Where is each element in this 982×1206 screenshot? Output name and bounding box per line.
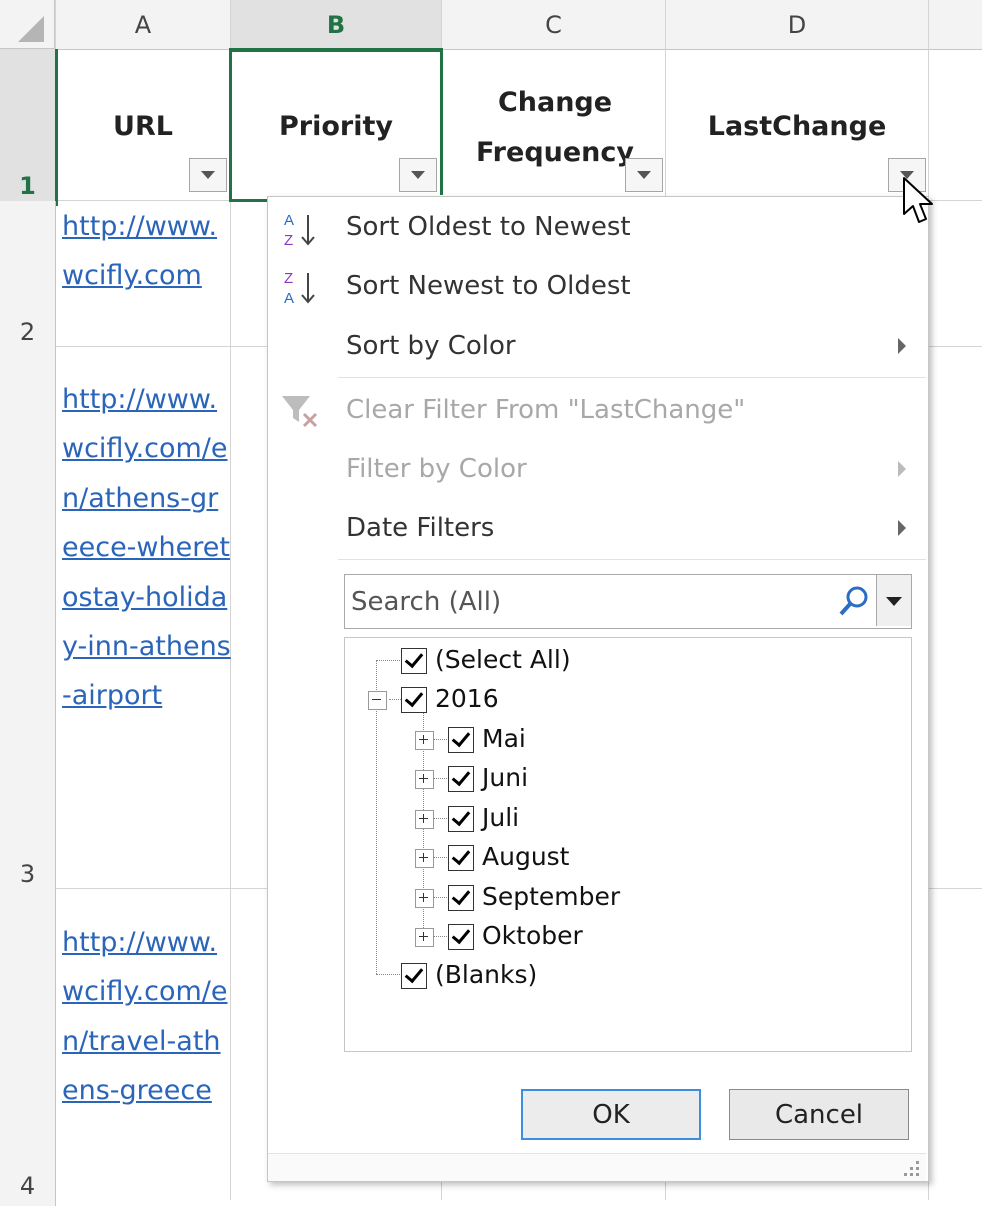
checkbox-select-all[interactable] [401,648,427,674]
tree-connector [433,739,447,740]
row-header-1[interactable]: 1 [0,49,58,206]
expand-icon[interactable] [415,889,434,908]
autofilter-menu: A Z Sort Oldest to Newest Z A Sort Newes… [267,196,929,1182]
menu-filter-by-color: Filter by Color [346,454,527,484]
menu-clear-filter: Clear Filter From "LastChange" [346,395,746,425]
row-number: 4 [19,1172,36,1200]
tree-connector [433,818,447,819]
submenu-arrow-icon [898,338,906,354]
checkbox-month[interactable] [448,885,474,911]
submenu-arrow-icon [898,461,906,477]
checkbox-month[interactable] [448,845,474,871]
column-header-c[interactable]: C [442,0,665,50]
collapse-icon[interactable] [368,691,387,710]
tree-connector [376,974,400,975]
menu-sort-newest-to-oldest[interactable]: Sort Newest to Oldest [346,266,631,306]
tree-item-month[interactable]: Oktober [482,919,583,953]
menu-sort-oldest-to-newest[interactable]: Sort Oldest to Newest [346,207,631,247]
svg-text:Z: Z [284,270,293,287]
checkbox-month[interactable] [448,806,474,832]
header-change-frequency: Change Frequency [475,87,635,168]
row-number: 1 [19,172,36,200]
url-cell-a2[interactable]: http://www.wcifly.com [62,202,232,301]
select-all-corner[interactable] [0,0,55,49]
clear-filter-icon [282,396,318,428]
url-cell-a3[interactable]: http://www.wcifly.com/en/athens-greece-w… [62,375,232,721]
row-number: 3 [19,860,36,888]
resize-bar [268,1153,926,1181]
column-letter: B [326,10,346,39]
tree-connector [433,936,447,937]
header-url: URL [113,111,173,142]
row-header-3[interactable]: 3 [0,347,56,894]
menu-separator [338,377,926,378]
header-lastchange: LastChange [707,111,887,142]
search-dropdown-button[interactable] [876,575,911,626]
column-header-b[interactable]: B [231,0,441,52]
tree-connector [433,897,447,898]
expand-icon[interactable] [415,928,434,947]
column-letter: C [545,10,562,39]
tree-item-month[interactable]: Juli [482,801,519,835]
tree-item-select-all[interactable]: (Select All) [435,643,571,677]
tree-connector [433,857,447,858]
row-header-2[interactable]: 2 [0,201,56,352]
sort-az-icon: A Z [284,212,315,249]
menu-sort-by-color[interactable]: Sort by Color [346,326,516,366]
tree-item-month[interactable]: September [482,880,620,914]
tree-item-blanks[interactable]: (Blanks) [435,958,537,992]
column-header-a[interactable]: A [56,0,230,50]
expand-icon[interactable] [415,810,434,829]
header-priority: Priority [279,111,393,142]
url-cell-a4[interactable]: http://www.wcifly.com/en/travel-athens-g… [62,918,232,1116]
filter-button-change-frequency[interactable] [625,158,663,192]
submenu-arrow-icon [898,520,906,536]
tree-connector [376,660,400,661]
sort-za-icon: Z A [284,270,315,307]
menu-date-filters[interactable]: Date Filters [346,508,494,548]
expand-icon[interactable] [415,770,434,789]
tree-connector [389,699,401,700]
tree-item-year-2016[interactable]: 2016 [435,682,499,716]
checkbox-month[interactable] [448,924,474,950]
menu-separator [338,559,926,560]
column-header-blank [929,0,982,50]
expand-icon[interactable] [415,849,434,868]
expand-icon[interactable] [415,731,434,750]
svg-text:A: A [284,290,294,307]
filter-button-url[interactable] [189,158,227,192]
checkbox-blanks[interactable] [401,963,427,989]
filter-search-box [344,574,912,629]
svg-text:A: A [284,212,294,229]
row-number: 2 [19,318,36,346]
column-letter: A [134,10,152,39]
checkbox-month[interactable] [448,727,474,753]
svg-text:Z: Z [284,232,293,249]
tree-connector [433,778,447,779]
filter-value-tree: (Select All) 2016 Mai Juni Juli August S… [344,637,912,1052]
checkbox-year-2016[interactable] [401,687,427,713]
checkbox-month[interactable] [448,766,474,792]
filter-button-priority[interactable] [399,158,437,192]
corner-triangle-icon [18,16,44,42]
mouse-cursor-icon [903,177,933,223]
search-icon [839,586,868,616]
tree-item-month[interactable]: Juni [482,761,528,795]
resize-grip-icon[interactable] [904,1161,920,1176]
filter-search-input[interactable] [349,575,833,628]
ok-button[interactable]: OK [521,1089,701,1140]
cancel-button[interactable]: Cancel [729,1089,909,1140]
tree-item-month[interactable]: Mai [482,722,526,756]
column-header-d[interactable]: D [666,0,928,50]
row-header-4[interactable]: 4 [0,889,56,1206]
tree-item-month[interactable]: August [482,840,570,874]
column-letter: D [787,10,807,39]
